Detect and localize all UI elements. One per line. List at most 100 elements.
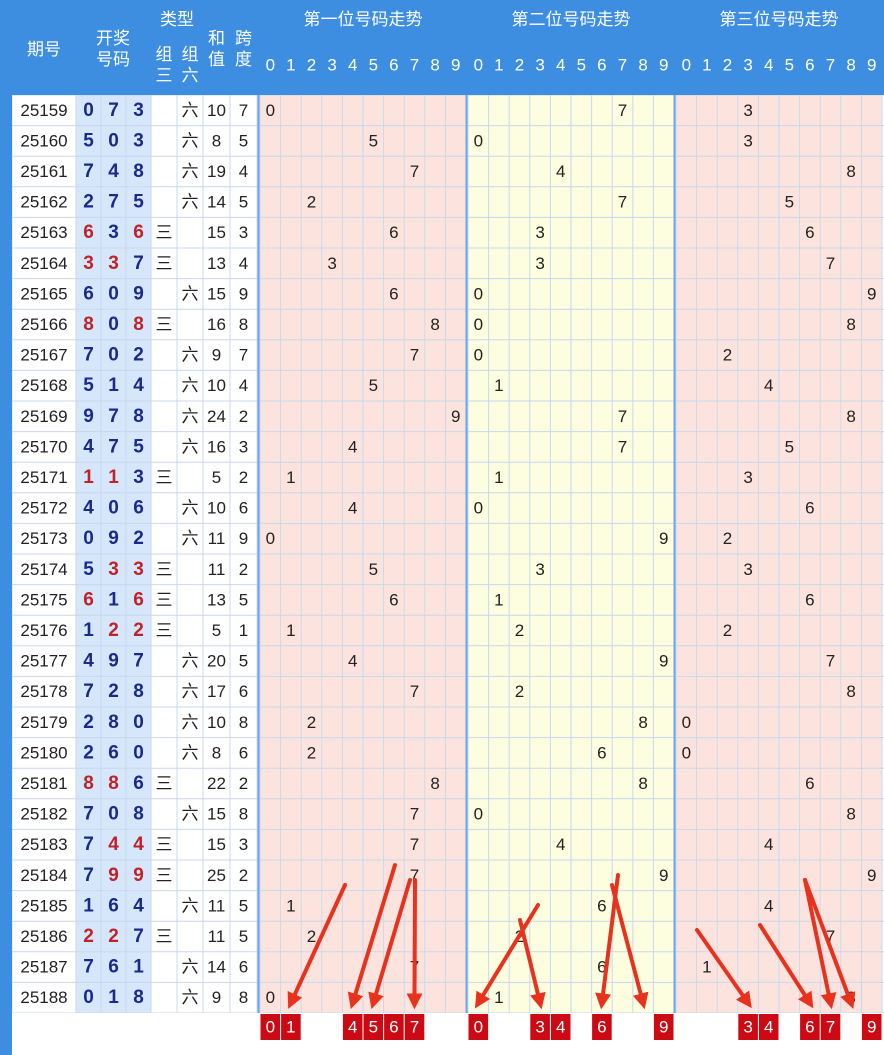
span-cell: 7 <box>239 346 248 365</box>
trend-pos3-mark: 6 <box>805 223 814 242</box>
period-cell: 25163 <box>20 223 67 242</box>
header-pos1-digit-2: 2 <box>307 56 316 75</box>
draw-digit: 5 <box>83 375 94 396</box>
draw-digit: 6 <box>108 895 119 916</box>
prediction-pos2-digit: 9 <box>659 1018 668 1037</box>
draw-digit: 1 <box>83 467 94 488</box>
header-pos2-digit-2: 2 <box>515 56 524 75</box>
draw-digit: 7 <box>83 681 94 702</box>
span-cell: 8 <box>239 713 248 732</box>
draw-digit: 9 <box>108 651 119 672</box>
trend-pos2-mark: 7 <box>618 193 627 212</box>
period-cell: 25188 <box>20 988 67 1007</box>
trend-pos3-mark: 1 <box>702 958 711 977</box>
period-cell: 25170 <box>20 437 67 456</box>
type-group6-mark: 六 <box>182 101 199 120</box>
sum-cell: 20 <box>207 652 226 671</box>
sum-cell: 15 <box>207 805 226 824</box>
draw-digit: 2 <box>83 926 94 947</box>
type-group6-mark: 六 <box>182 743 199 762</box>
period-cell: 25165 <box>20 284 67 303</box>
period-cell: 25183 <box>20 835 67 854</box>
draw-digit: 6 <box>133 222 144 243</box>
draw-digit: 6 <box>133 498 144 519</box>
type-group3-mark: 三 <box>156 590 173 609</box>
draw-digit: 3 <box>83 253 94 274</box>
span-cell: 6 <box>239 499 248 518</box>
type-group3-mark: 三 <box>156 927 173 946</box>
span-cell: 4 <box>239 254 248 273</box>
draw-digit: 1 <box>108 589 119 610</box>
draw-digit: 0 <box>108 498 119 519</box>
sum-cell: 14 <box>207 193 226 212</box>
trend-pos3-mark: 3 <box>743 131 752 150</box>
header-pos1-digit-5: 5 <box>369 56 378 75</box>
prediction-pos1-digit: 0 <box>266 1018 275 1037</box>
trend-pos3-mark: 8 <box>846 682 855 701</box>
draw-digit: 1 <box>108 467 119 488</box>
sum-cell: 5 <box>212 468 221 487</box>
sum-cell: 15 <box>207 835 226 854</box>
period-cell: 25186 <box>20 927 67 946</box>
draw-digit: 8 <box>83 314 94 335</box>
draw-digit: 8 <box>133 161 144 182</box>
sum-cell: 25 <box>207 866 226 885</box>
period-cell: 25179 <box>20 713 67 732</box>
trend-pos2-mark: 3 <box>535 223 544 242</box>
prediction-pos2-digit: 6 <box>597 1018 606 1037</box>
sum-cell: 22 <box>207 774 226 793</box>
sum-cell: 8 <box>212 743 221 762</box>
draw-digit: 9 <box>108 528 119 549</box>
draw-digit: 8 <box>133 804 144 825</box>
period-cell: 25162 <box>20 193 67 212</box>
span-cell: 6 <box>239 743 248 762</box>
draw-digit: 7 <box>133 651 144 672</box>
sum-cell: 13 <box>207 590 226 609</box>
header-pos3-digit-4: 4 <box>764 56 773 75</box>
span-cell: 2 <box>239 866 248 885</box>
sum-cell: 10 <box>207 101 226 120</box>
draw-digit: 3 <box>108 222 119 243</box>
prediction-pos1-digit: 6 <box>389 1018 398 1037</box>
trend-pos1-mark: 0 <box>266 529 275 548</box>
trend-pos1-mark: 4 <box>348 437 357 456</box>
draw-digit: 5 <box>133 192 144 213</box>
draw-digit: 4 <box>133 895 144 916</box>
span-cell: 2 <box>239 774 248 793</box>
draw-digit: 6 <box>83 222 94 243</box>
span-cell: 2 <box>239 560 248 579</box>
draw-digit: 0 <box>133 742 144 763</box>
header-pos2-digit-1: 1 <box>494 56 503 75</box>
draw-digit: 2 <box>108 620 119 641</box>
trend-pos3-mark: 6 <box>805 774 814 793</box>
prediction-pos3-digit: 9 <box>867 1018 876 1037</box>
sum-cell: 24 <box>207 407 226 426</box>
sum-cell: 13 <box>207 254 226 273</box>
span-cell: 4 <box>239 162 248 181</box>
sum-cell: 11 <box>208 927 226 946</box>
header-pos1-digit-8: 8 <box>430 56 439 75</box>
trend-pos3-mark: 0 <box>682 743 691 762</box>
trend-pos3-mark: 6 <box>805 499 814 518</box>
arrow-pos1-7 <box>406 878 423 1010</box>
header-sum: 和值 <box>208 29 225 69</box>
trend-pos2-mark: 8 <box>638 713 647 732</box>
span-cell: 5 <box>239 131 248 150</box>
draw-digit: 8 <box>133 681 144 702</box>
sum-cell: 19 <box>207 162 226 181</box>
sum-cell: 9 <box>212 346 221 365</box>
sum-cell: 11 <box>208 529 226 548</box>
period-cell: 25175 <box>20 590 67 609</box>
trend-pos3-mark: 8 <box>846 407 855 426</box>
trend-pos2-mark: 6 <box>597 896 606 915</box>
header-pos1-digit-9: 9 <box>451 56 460 75</box>
period-cell: 25174 <box>20 560 67 579</box>
trend-pos1-mark: 1 <box>286 621 295 640</box>
span-cell: 5 <box>239 590 248 609</box>
sum-cell: 10 <box>207 713 226 732</box>
trend-pos2-mark: 1 <box>494 376 503 395</box>
trend-pos2-mark: 2 <box>515 621 524 640</box>
period-cell: 25187 <box>20 958 67 977</box>
trend-pos2-mark: 1 <box>494 468 503 487</box>
trend-pos2-mark: 0 <box>474 805 483 824</box>
